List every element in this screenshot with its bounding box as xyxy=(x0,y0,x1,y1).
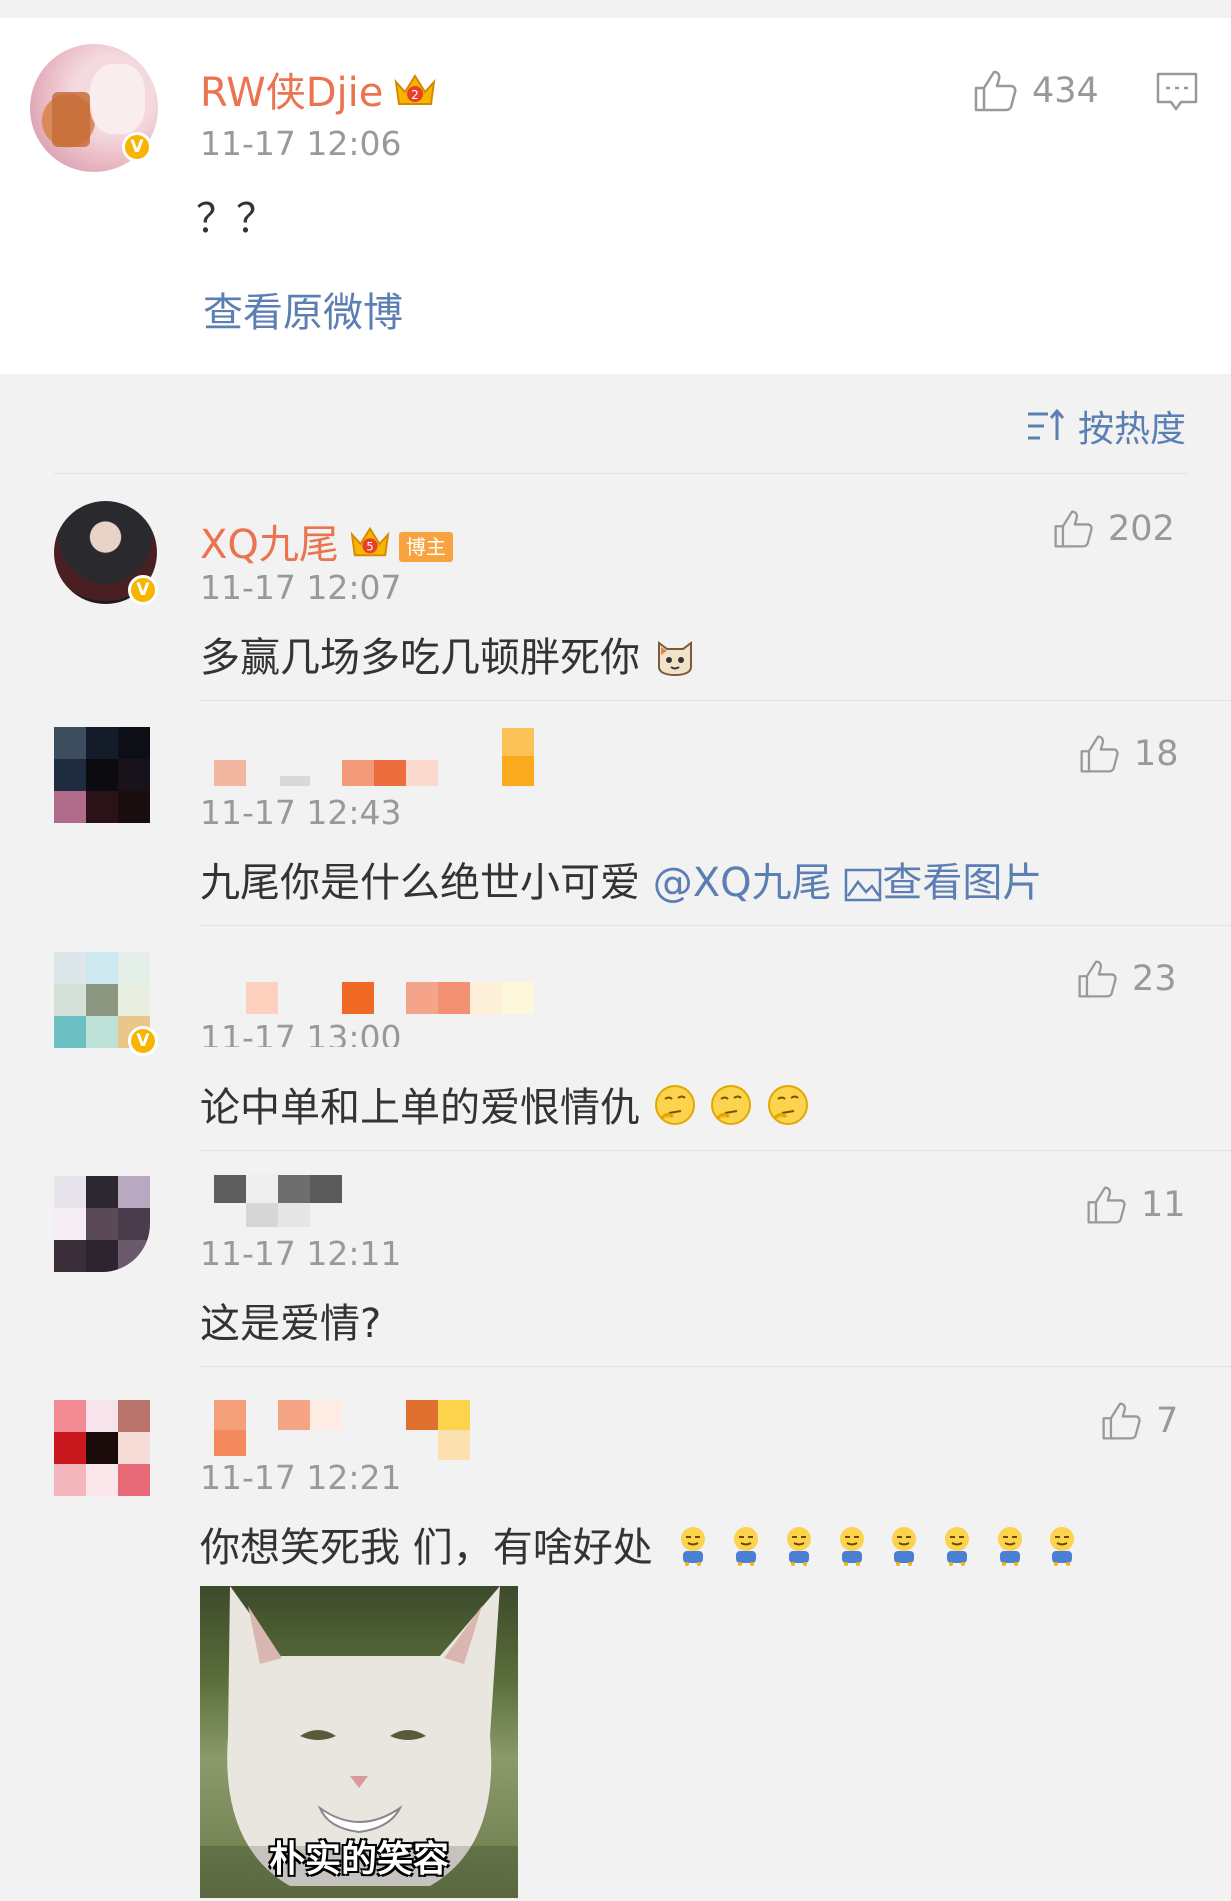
view-original-link[interactable]: 查看原微博 xyxy=(203,280,403,338)
post-like-count: 434 xyxy=(1032,71,1099,111)
smirk-emoji-icon xyxy=(1042,1523,1082,1577)
comment-time: 11-17 12:07 xyxy=(200,568,402,607)
smirk-emoji-icon xyxy=(884,1523,924,1577)
smirk-emoji-icon xyxy=(990,1523,1030,1577)
pixelated-username[interactable] xyxy=(200,1175,400,1231)
reply-comment-icon[interactable] xyxy=(1155,70,1199,118)
sort-label: 按热度 xyxy=(1078,409,1187,450)
thinking-emoji-icon xyxy=(653,1083,697,1137)
original-comment-card: V RW侠Djie 2 11-17 12:06 ？？ 查看原微博 434 xyxy=(0,18,1231,374)
divider xyxy=(54,473,1188,474)
comment-like-button[interactable]: 23 xyxy=(1076,958,1177,1000)
post-username-text: RW侠Djie xyxy=(200,70,384,116)
comment-like-count: 18 xyxy=(1134,734,1179,774)
comment-time: 11-17 12:43 xyxy=(200,793,402,832)
crown-icon: 5 xyxy=(349,523,391,571)
verified-badge-icon: V xyxy=(122,132,152,162)
thumbs-up-icon xyxy=(1054,510,1093,548)
verified-badge-icon: V xyxy=(128,575,158,605)
comment-time: 11-17 12:21 xyxy=(200,1458,402,1497)
comment-like-count: 23 xyxy=(1132,959,1177,999)
crown-icon: 2 xyxy=(393,70,437,120)
post-username[interactable]: RW侠Djie 2 xyxy=(200,60,437,120)
comment-time: 11-17 12:11 xyxy=(200,1234,402,1273)
comment-image[interactable]: 朴实的笑容 xyxy=(200,1586,518,1898)
smirk-emoji-icon xyxy=(832,1523,872,1577)
smirk-emoji-icon xyxy=(726,1523,766,1577)
thumbs-up-icon xyxy=(1080,735,1119,773)
pixelated-avatar[interactable] xyxy=(54,1176,150,1272)
blogger-tag: 博主 xyxy=(398,532,453,562)
comment-content: 多赢几场多吃几顿胖死你 xyxy=(200,625,697,687)
image-icon xyxy=(845,868,882,902)
smirk-emoji-icon xyxy=(673,1523,713,1577)
verified-badge-icon: V xyxy=(128,1026,158,1056)
comment-like-button[interactable]: 11 xyxy=(1085,1184,1186,1226)
comment-like-button[interactable]: 202 xyxy=(1052,508,1175,550)
image-caption: 朴实的笑容 xyxy=(268,1839,449,1880)
svg-text:2: 2 xyxy=(412,88,420,102)
pixelated-username[interactable] xyxy=(200,1400,480,1460)
sort-icon xyxy=(1028,408,1065,440)
thumbs-up-icon xyxy=(1102,1402,1141,1440)
comment-content: 九尾你是什么绝世小可爱 @XQ九尾 查看图片 xyxy=(200,850,1042,908)
comment-text: 九尾你是什么绝世小可爱 xyxy=(200,860,653,906)
divider xyxy=(200,1366,1231,1367)
comment-content: 你想笑死我 们，有啥好处 xyxy=(200,1515,1082,1577)
thumbs-up-icon xyxy=(1087,1186,1126,1224)
mention-link[interactable]: @XQ九尾 xyxy=(653,860,832,906)
pixelated-avatar[interactable] xyxy=(54,1400,150,1496)
divider xyxy=(200,700,1231,701)
thinking-emoji-icon xyxy=(766,1083,810,1137)
comment-like-button[interactable]: 7 xyxy=(1100,1400,1178,1442)
thumbs-up-icon xyxy=(974,70,1017,112)
comment-like-count: 11 xyxy=(1141,1185,1186,1225)
svg-text:5: 5 xyxy=(366,540,373,554)
divider xyxy=(200,1150,1231,1151)
comment-content: 这是爱情? xyxy=(200,1301,382,1347)
divider xyxy=(200,925,1231,926)
comment-like-count: 202 xyxy=(1108,509,1175,549)
post-content: ？？ xyxy=(196,196,276,242)
comment-content: 论中单和上单的爱恨情仇 xyxy=(200,1075,810,1137)
comment-text: 多赢几场多吃几顿胖死你 xyxy=(200,635,640,681)
top-strip xyxy=(0,0,1231,19)
smirk-emoji-icon xyxy=(937,1523,977,1577)
comment-username-text: XQ九尾 xyxy=(200,522,339,568)
sort-toggle[interactable]: 按热度 xyxy=(1026,400,1186,452)
comment-text: 你想笑死我 们，有啥好处 xyxy=(200,1525,653,1571)
view-image-link[interactable]: 查看图片 xyxy=(844,860,1042,906)
comment-text: 论中单和上单的爱恨情仇 xyxy=(200,1085,640,1131)
thinking-emoji-icon xyxy=(709,1083,753,1137)
comment-username[interactable]: XQ九尾 5 博主 xyxy=(200,512,453,571)
comment-like-count: 7 xyxy=(1156,1401,1179,1441)
pixelated-username[interactable] xyxy=(200,726,540,786)
cat-emoji-icon xyxy=(653,633,697,687)
emoji-row xyxy=(673,1525,1082,1571)
thumbs-up-icon xyxy=(1078,960,1117,998)
smirk-emoji-icon xyxy=(779,1523,819,1577)
comment-time: 11-17 13:00 xyxy=(200,1018,402,1057)
pixelated-username[interactable] xyxy=(200,982,540,1014)
post-time: 11-17 12:06 xyxy=(200,124,402,163)
post-like-button[interactable]: 434 xyxy=(972,68,1099,114)
comment-like-button[interactable]: 18 xyxy=(1078,733,1179,775)
view-image-text: 查看图片 xyxy=(882,860,1043,906)
pixelated-avatar[interactable] xyxy=(54,727,150,823)
